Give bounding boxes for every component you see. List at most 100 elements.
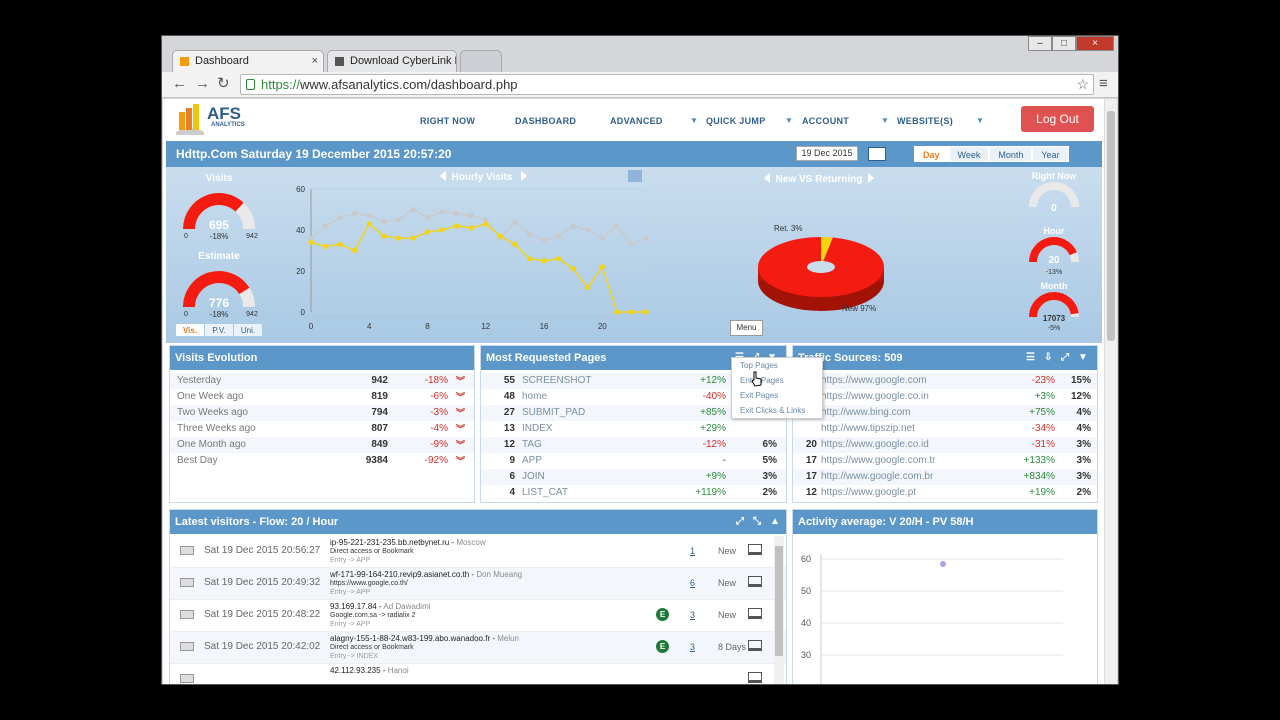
nav-websites[interactable]: WEBSITE(S) xyxy=(897,116,953,126)
tab-download-cyberlink[interactable]: Download CyberLink Pow xyxy=(327,50,457,72)
visit-count-link[interactable]: 3 xyxy=(690,610,695,620)
chevron-up-icon[interactable]: ▲ xyxy=(770,510,780,534)
row-page-name[interactable]: home xyxy=(522,389,547,405)
row-source-url[interactable]: https://www.google.co.id xyxy=(821,437,929,453)
menu-item-entry-pages[interactable]: Entry Pages xyxy=(732,373,822,388)
data-point xyxy=(599,264,605,270)
dashboard-header: Hdttp.Com Saturday 19 December 2015 20:5… xyxy=(166,141,1102,167)
row-share: 3% xyxy=(762,471,777,482)
chart-type-icon[interactable] xyxy=(628,170,642,182)
minimize-button[interactable]: – xyxy=(1028,36,1052,51)
visit-count-link[interactable]: 3 xyxy=(690,642,695,652)
forward-button[interactable]: → xyxy=(195,76,210,92)
row-delta: -6% xyxy=(430,391,448,402)
bookmark-star-icon[interactable]: ☆ xyxy=(1076,75,1089,94)
period-day[interactable]: Day xyxy=(914,146,949,162)
visit-referrer: Direct access or Bookmark xyxy=(330,644,414,651)
host-city: Moscow xyxy=(456,538,486,547)
calendar-icon[interactable] xyxy=(868,147,886,161)
row-label: One Month ago xyxy=(177,439,246,450)
row-page-name[interactable]: LIST_CAT xyxy=(522,485,568,501)
prev-chart-icon[interactable] xyxy=(440,171,446,181)
period-month[interactable]: Month xyxy=(989,146,1033,162)
row-source-url[interactable]: http://www.bing.com xyxy=(821,405,910,421)
maximize-button[interactable]: □ xyxy=(1052,36,1076,51)
browser-menu-icon[interactable]: ≡ xyxy=(1099,76,1108,92)
visitors-scrollbar[interactable] xyxy=(774,536,784,684)
row-source-url[interactable]: https://www.google.com xyxy=(821,373,927,389)
reload-button[interactable]: ↻ xyxy=(217,76,230,92)
row-source-url[interactable]: https://www.google.com.tr xyxy=(821,453,936,469)
new-tab-button[interactable] xyxy=(460,50,502,72)
download-icon[interactable]: ⇩ xyxy=(1044,346,1052,370)
row-page-name[interactable]: APP xyxy=(522,453,542,469)
x-tick-label: 16 xyxy=(540,322,549,331)
menu-item-exit-clicks[interactable]: Exit Clicks & Links xyxy=(732,403,822,418)
resize-icon[interactable]: ⤢ xyxy=(736,510,744,534)
widget-title: Latest visitors - Flow: 20 / Hour xyxy=(175,516,339,528)
visitor-row[interactable]: Sat 19 Dec 2015 20:42:02 alagny-155-1-88… xyxy=(170,632,786,664)
visitor-row[interactable]: 42.112.93.235 - Hanoi xyxy=(170,664,786,684)
hand-cursor-icon xyxy=(751,371,762,387)
estimate-gauge-delta: -18% xyxy=(210,310,229,319)
host-city: Melun xyxy=(497,634,520,643)
tab-dashboard[interactable]: Dashboard × xyxy=(172,50,324,72)
back-button[interactable]: ← xyxy=(172,76,187,92)
logout-button[interactable]: Log Out xyxy=(1021,106,1094,132)
double-chevron-down-icon: ︾ xyxy=(456,376,466,386)
row-source-url[interactable]: http://www.tipszip.net xyxy=(821,421,915,437)
widget-title: Most Requested Pages xyxy=(486,352,607,364)
chevron-down-icon[interactable]: ▼ xyxy=(1078,346,1088,370)
period-week[interactable]: Week xyxy=(948,146,990,162)
list-icon[interactable]: ☰ xyxy=(1026,346,1035,370)
nav-quick-jump[interactable]: QUICK JUMP xyxy=(706,116,766,126)
row-page-name[interactable]: SUBMIT_PAD xyxy=(522,405,585,421)
next-chart-icon[interactable] xyxy=(521,171,527,181)
expand-icon[interactable]: ⤡ xyxy=(753,510,761,534)
visitor-row[interactable]: Sat 19 Dec 2015 20:49:32 wf-171-99-164-2… xyxy=(170,568,786,600)
visitor-row[interactable]: Sat 19 Dec 2015 20:56:27 ip-95-221-231-2… xyxy=(170,536,786,568)
nav-dashboard[interactable]: DASHBOARD xyxy=(515,116,576,126)
afs-logo[interactable]: AFS ANALYTICS xyxy=(173,102,263,136)
row-share: 4% xyxy=(1076,423,1091,434)
tab-unique-label: Uni. xyxy=(241,326,255,335)
row-source-url[interactable]: http://www.google.com.br xyxy=(821,469,933,485)
row-source-url[interactable]: https://www.google.pt xyxy=(821,485,916,501)
window-close-button[interactable]: × xyxy=(1076,36,1114,51)
visitor-row[interactable]: Sat 19 Dec 2015 20:48:22 93.169.17.84 - … xyxy=(170,600,786,632)
tab-title: Download CyberLink Pow xyxy=(350,55,456,67)
address-bar[interactable]: https://www.afsanalytics.com/dashboard.p… xyxy=(240,74,1094,95)
row-page-name[interactable]: JOIN xyxy=(522,469,545,485)
row-page-name[interactable]: SCREENSHOT xyxy=(522,373,591,389)
nav-advanced[interactable]: ADVANCED xyxy=(610,116,663,126)
row-source-url[interactable]: https://www.google.co.in xyxy=(821,389,929,405)
data-point xyxy=(483,221,489,227)
estimate-gauge-min: 0 xyxy=(184,311,188,318)
pie-label-new: New 97% xyxy=(842,304,876,313)
nav-account[interactable]: ACCOUNT xyxy=(802,116,849,126)
nav-right-now[interactable]: RIGHT NOW xyxy=(420,116,475,126)
double-chevron-down-icon: ︾ xyxy=(456,408,466,418)
next-pie-icon[interactable] xyxy=(868,173,874,183)
data-point xyxy=(322,223,329,229)
page-scrollbar[interactable] xyxy=(1104,99,1117,684)
visitor-host: wf-171-99-164-210.revip9.asianet.co.th -… xyxy=(330,570,523,579)
table-row: One Month ago 849 -9% ︾ xyxy=(170,437,474,453)
prev-pie-icon[interactable] xyxy=(764,173,770,183)
table-row: 6 JOIN +9% 3% xyxy=(481,469,786,485)
month-gauge-label: Month xyxy=(1041,281,1068,291)
menu-item-top-pages[interactable]: Top Pages xyxy=(732,358,822,373)
date-input[interactable]: 19 Dec 2015 xyxy=(796,146,858,161)
visit-count-link[interactable]: 1 xyxy=(690,546,695,556)
menu-item-exit-pages[interactable]: Exit Pages xyxy=(732,388,822,403)
row-page-name[interactable]: INDEX xyxy=(522,421,553,437)
period-year[interactable]: Year xyxy=(1032,146,1069,162)
close-tab-icon[interactable]: × xyxy=(312,51,318,72)
expand-icon[interactable]: ⤢ xyxy=(1061,346,1069,370)
row-value: 807 xyxy=(371,423,388,434)
table-row: Yesterday 942 -18% ︾ xyxy=(170,373,474,389)
host-name: wf-171-99-164-210.revip9.asianet.co.th xyxy=(330,570,470,579)
visit-count-link[interactable]: 6 xyxy=(690,578,695,588)
visitor-host: ip-95-221-231-235.bb.netbynet.ru - Mosco… xyxy=(330,538,486,547)
row-page-name[interactable]: TAG xyxy=(522,437,542,453)
